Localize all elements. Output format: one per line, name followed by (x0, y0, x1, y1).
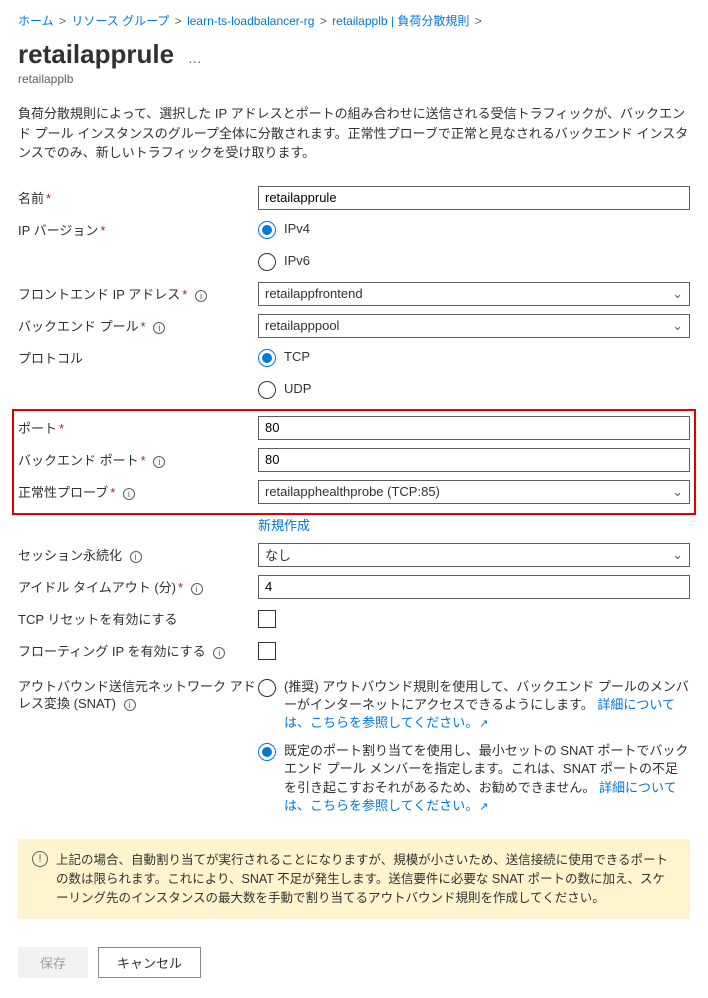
radio-tcp[interactable]: TCP (258, 348, 690, 366)
healthprobe-select[interactable]: retailapphealthprobe (TCP:85)⌄ (258, 480, 690, 504)
label-port: ポート* (18, 418, 258, 437)
idle-input[interactable] (258, 575, 690, 599)
label-healthprobe: 正常性プローブ* i (18, 482, 258, 501)
snat-opt1-text: (推奨) アウトバウンド規則を使用して、バックエンド プールのメンバーがインター… (284, 678, 690, 733)
description: 負荷分散規則によって、選択した IP アドレスとポートの組み合わせに送信される受… (18, 104, 690, 163)
label-session: セッション永続化 i (18, 545, 258, 564)
name-input[interactable] (258, 186, 690, 210)
warning-icon: ! (32, 851, 48, 867)
info-icon[interactable]: i (213, 647, 225, 659)
label-backendpool: バックエンド プール* i (18, 316, 258, 335)
label-backendport: バックエンド ポート* i (18, 450, 258, 469)
snat-opt2-text: 既定のポート割り当てを使用し、最小セットの SNAT ポートでバックエンド プー… (284, 742, 690, 815)
label-ipversion: IP バージョン* (18, 220, 258, 239)
info-icon[interactable]: i (153, 456, 165, 468)
tcpreset-checkbox[interactable] (258, 610, 276, 628)
save-button[interactable]: 保存 (18, 947, 88, 978)
crumb-rg[interactable]: リソース グループ (71, 14, 169, 28)
title-row: retailapprule … (18, 37, 690, 70)
crumb-lb[interactable]: retailapplb | 負荷分散規則 (332, 14, 469, 28)
chevron-down-icon: ⌄ (672, 547, 683, 563)
info-icon[interactable]: i (124, 699, 136, 711)
new-probe-link[interactable]: 新規作成 (258, 515, 690, 534)
label-snat: アウトバウンド送信元ネットワーク アドレス変換 (SNAT) i (18, 676, 258, 713)
cancel-button[interactable]: キャンセル (98, 947, 201, 978)
floating-checkbox[interactable] (258, 642, 276, 660)
info-icon[interactable]: i (195, 290, 207, 302)
info-icon[interactable]: i (191, 583, 203, 595)
label-protocol: プロトコル (18, 348, 258, 367)
highlight-box: ポート* バックエンド ポート* i 正常性プローブ* i retailapph… (12, 409, 696, 515)
crumb-rgname[interactable]: learn-ts-loadbalancer-rg (187, 14, 314, 28)
radio-udp[interactable]: UDP (258, 380, 690, 398)
frontend-select[interactable]: retailappfrontend⌄ (258, 282, 690, 306)
info-icon[interactable]: i (130, 551, 142, 563)
label-tcpreset: TCP リセットを有効にする (18, 609, 258, 628)
info-icon[interactable]: i (153, 322, 165, 334)
chevron-down-icon: ⌄ (672, 318, 683, 334)
subtitle: retailapplb (18, 72, 690, 86)
label-floating: フローティング IP を有効にする i (18, 641, 258, 660)
label-frontend: フロントエンド IP アドレス* i (18, 284, 258, 303)
backendpool-select[interactable]: retailapppool⌄ (258, 314, 690, 338)
session-select[interactable]: なし⌄ (258, 543, 690, 567)
chevron-down-icon: ⌄ (672, 286, 683, 302)
radio-ipv4[interactable]: IPv4 (258, 220, 690, 238)
warning-box: ! 上記の場合、自動割り当てが実行されることになりますが、規模が小さいため、送信… (18, 839, 690, 919)
radio-snat-default[interactable]: 既定のポート割り当てを使用し、最小セットの SNAT ポートでバックエンド プー… (258, 742, 690, 815)
radio-snat-recommended[interactable]: (推奨) アウトバウンド規則を使用して、バックエンド プールのメンバーがインター… (258, 678, 690, 733)
page-title: retailapprule (18, 39, 174, 70)
label-idle: アイドル タイムアウト (分)* i (18, 577, 258, 596)
backendport-input[interactable] (258, 448, 690, 472)
chevron-down-icon: ⌄ (672, 484, 683, 500)
port-input[interactable] (258, 416, 690, 440)
breadcrumb: ホーム > リソース グループ > learn-ts-loadbalancer-… (18, 12, 690, 29)
warning-text: 上記の場合、自動割り当てが実行されることになりますが、規模が小さいため、送信接続… (56, 851, 676, 907)
more-menu[interactable]: … (188, 50, 202, 66)
radio-ipv6[interactable]: IPv6 (258, 252, 690, 270)
crumb-home[interactable]: ホーム (18, 14, 54, 28)
label-name: 名前* (18, 188, 258, 207)
info-icon[interactable]: i (123, 488, 135, 500)
